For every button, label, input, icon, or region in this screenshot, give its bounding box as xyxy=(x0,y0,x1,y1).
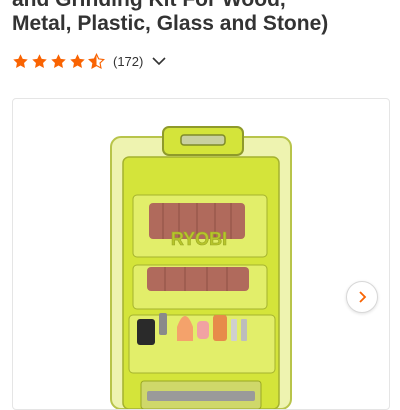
product-image-container: RYOBI xyxy=(12,98,390,410)
star-icon xyxy=(32,53,47,68)
product-image[interactable]: RYOBI xyxy=(13,99,389,409)
rating-summary[interactable]: (172) xyxy=(12,51,167,71)
star-icon xyxy=(13,53,28,68)
chevron-right-icon xyxy=(359,291,367,303)
star-rating xyxy=(12,52,105,70)
product-title-line-1: and Grinding Kit For Wood, xyxy=(12,0,392,12)
product-title: and Grinding Kit For Wood, Metal, Plasti… xyxy=(12,0,392,36)
carousel-next-button[interactable] xyxy=(346,281,378,313)
star-icon xyxy=(70,53,85,68)
star-icon xyxy=(51,53,66,68)
chevron-down-icon[interactable] xyxy=(151,53,167,69)
half-star-icon xyxy=(88,52,105,69)
review-count[interactable]: (172) xyxy=(113,54,143,69)
embossed-brand: RYOBI xyxy=(171,229,227,249)
product-title-line-2: Metal, Plastic, Glass and Stone) xyxy=(12,12,329,35)
